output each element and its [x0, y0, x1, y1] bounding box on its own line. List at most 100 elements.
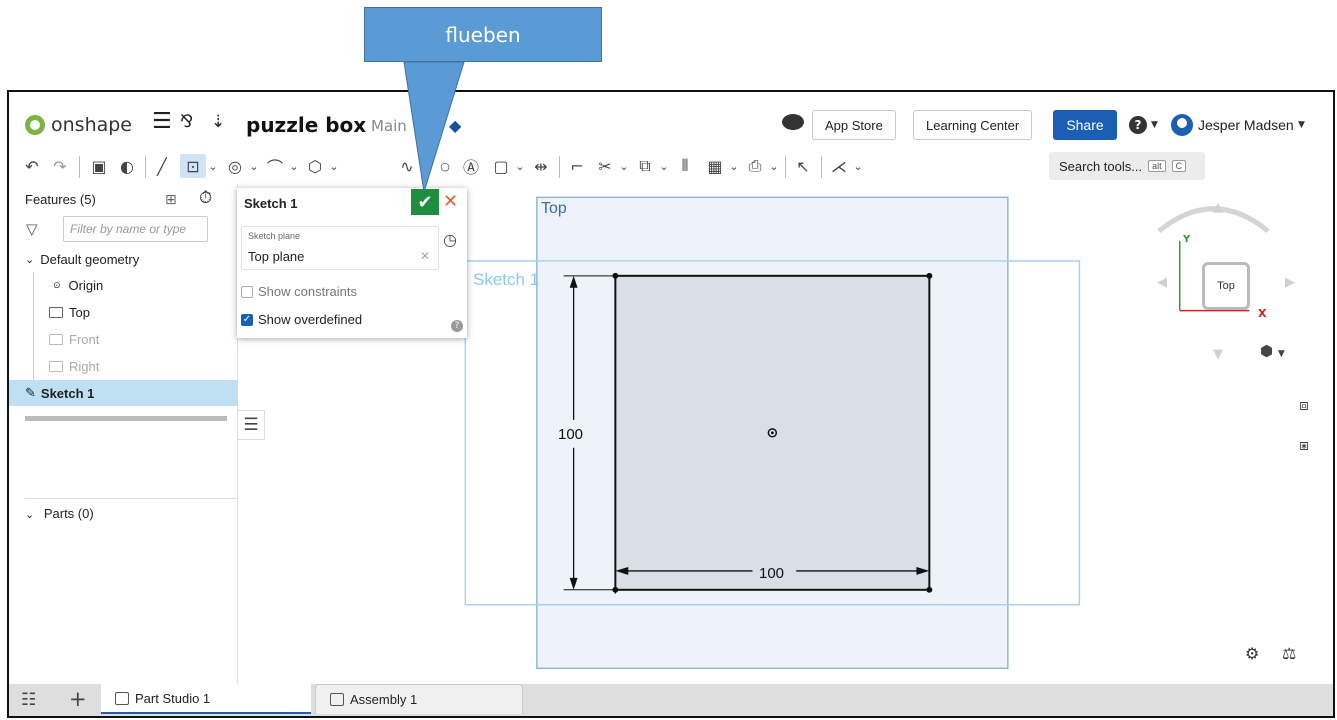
plane-icon: [49, 333, 63, 345]
insert-icon[interactable]: ⇣: [211, 112, 225, 132]
mirror-tool-icon[interactable]: ⫴: [673, 154, 697, 178]
tab-part-studio-1[interactable]: Part Studio 1: [101, 684, 311, 714]
document-title[interactable]: puzzle box: [246, 113, 366, 137]
view-up-arrow-icon[interactable]: ▲: [1213, 200, 1223, 215]
user-avatar[interactable]: [1171, 114, 1193, 136]
extrude-icon[interactable]: ◐: [115, 154, 139, 178]
view-right-arrow-icon[interactable]: ▶: [1285, 275, 1295, 290]
onshape-logo[interactable]: onshape: [25, 114, 132, 136]
vertical-dimension-value[interactable]: 100: [558, 426, 583, 443]
sketch-plane-label: Sketch plane: [248, 231, 301, 241]
dxf-import-icon[interactable]: ⎙: [743, 154, 767, 178]
rectangle-dropdown-icon[interactable]: ⌄: [206, 154, 220, 178]
add-folder-icon[interactable]: ⊞: [165, 192, 177, 208]
share-button[interactable]: Share: [1053, 110, 1117, 140]
version-history-icon[interactable]: ⅋: [180, 112, 193, 132]
feature-label: Top: [69, 304, 90, 320]
features-title: Features (5): [25, 192, 96, 207]
arc-dropdown-icon[interactable]: ⌄: [287, 154, 301, 178]
add-tab-icon[interactable]: +: [69, 687, 87, 711]
help-caret-icon[interactable]: ▼: [1151, 120, 1158, 130]
comments-icon[interactable]: [782, 114, 804, 130]
cancel-x-button[interactable]: ✕: [443, 191, 458, 212]
sketch-icon[interactable]: ▣: [87, 154, 111, 178]
undo-icon[interactable]: ↶: [21, 154, 43, 178]
measure-scale-icon[interactable]: ⚖: [1282, 644, 1296, 663]
line-tool-icon[interactable]: ╱: [150, 154, 174, 178]
point-tool-icon[interactable]: ○: [437, 154, 453, 178]
trim-dropdown-icon[interactable]: ⌄: [617, 154, 631, 178]
search-tools-input[interactable]: Search tools... alt C: [1049, 152, 1205, 180]
rectangle-tool-icon[interactable]: ⊡: [180, 154, 206, 178]
show-overdefined-checkbox[interactable]: ✓: [241, 313, 253, 326]
redo-icon[interactable]: ↷: [49, 154, 71, 178]
polygon-tool-icon[interactable]: ⬡: [303, 154, 327, 178]
view-left-arrow-icon[interactable]: ◀: [1157, 275, 1167, 290]
arc-tool-icon[interactable]: ⌒: [263, 154, 287, 178]
use-tool-icon[interactable]: ⧉: [633, 154, 657, 178]
spline-tool-icon[interactable]: ∿: [395, 154, 419, 178]
section-view-icon[interactable]: ⧆: [1291, 432, 1317, 458]
render-mode-icon[interactable]: ⧈: [1291, 392, 1317, 418]
feature-origin[interactable]: ⊙ Origin: [9, 272, 238, 298]
filter-icon[interactable]: ▽: [26, 220, 38, 238]
trim-tool-icon[interactable]: ✂: [593, 154, 617, 178]
parts-group[interactable]: ⌄ Parts (0): [25, 506, 94, 521]
use-dropdown-icon[interactable]: ⌄: [657, 154, 671, 178]
transform-tool-icon[interactable]: ↖: [791, 154, 815, 178]
view-cube[interactable]: Top: [1202, 262, 1250, 310]
view-down-arrow-icon[interactable]: ▼: [1213, 347, 1223, 362]
app-store-button[interactable]: App Store: [812, 110, 896, 140]
user-menu-caret-icon[interactable]: ▼: [1298, 120, 1305, 130]
text-tool-icon[interactable]: Ⓐ: [459, 154, 483, 178]
construction-dropdown-icon[interactable]: ⌄: [513, 154, 527, 178]
default-geometry-group[interactable]: ⌄ Default geometry: [9, 246, 238, 272]
dialog-title[interactable]: Sketch 1: [244, 196, 297, 211]
history-clock-icon[interactable]: ◷: [443, 230, 457, 249]
clear-plane-icon[interactable]: ✕: [420, 249, 430, 263]
constraint-dropdown-icon[interactable]: ⌄: [851, 154, 865, 178]
dxf-dropdown-icon[interactable]: ⌄: [767, 154, 781, 178]
circle-tool-icon[interactable]: ◎: [223, 154, 247, 178]
feature-top-plane[interactable]: Top: [9, 299, 238, 325]
feature-filter-input[interactable]: Filter by name or type: [63, 216, 208, 242]
learning-cap-icon[interactable]: ◆: [449, 116, 461, 135]
onshape-window: Top Sketch 1 100 100 onshape ☰ ⅋ ⇣ puzzl…: [7, 90, 1335, 718]
dialog-help-icon[interactable]: ?: [451, 320, 463, 332]
rollback-timer-icon[interactable]: ⏱: [199, 188, 212, 208]
show-overdefined-option[interactable]: ✓ Show overdefined: [241, 312, 362, 327]
spline-dropdown-icon[interactable]: ⌄: [419, 154, 433, 178]
user-name[interactable]: Jesper Madsen: [1198, 117, 1294, 133]
fillet-tool-icon[interactable]: ⌐: [565, 154, 589, 178]
polygon-dropdown-icon[interactable]: ⌄: [327, 154, 341, 178]
dimension-arrow: [615, 566, 629, 575]
construction-tool-icon[interactable]: ▢: [489, 154, 513, 178]
feature-right-plane[interactable]: Right: [9, 353, 238, 379]
feature-front-plane[interactable]: Front: [9, 326, 238, 352]
feature-list-panel: Features (5) ⊞ ⏱ ▽ Filter by name or typ…: [9, 184, 238, 684]
accept-checkmark-button[interactable]: ✔: [411, 189, 439, 215]
dimension-tool-icon[interactable]: ⇹: [529, 154, 553, 178]
show-constraints-label: Show constraints: [258, 284, 357, 299]
feature-list-toggle-icon[interactable]: ☰: [238, 410, 265, 440]
tab-manager-icon[interactable]: ☷: [21, 690, 36, 710]
pattern-tool-icon[interactable]: ▦: [703, 154, 727, 178]
view-mode-cube-icon[interactable]: ⬢ ▼: [1260, 342, 1285, 360]
branch-name[interactable]: Main: [371, 117, 407, 135]
constraint-tool-icon[interactable]: ⋌: [827, 154, 851, 178]
horizontal-dimension-value[interactable]: 100: [759, 565, 784, 582]
show-constraints-option[interactable]: Show constraints: [241, 284, 357, 299]
view-cube-face-label: Top: [1217, 280, 1235, 292]
feature-sketch-1[interactable]: ✎ Sketch 1: [9, 380, 238, 406]
hamburger-menu-icon[interactable]: ☰: [152, 109, 172, 134]
show-constraints-checkbox[interactable]: [241, 285, 253, 298]
tab-assembly-1[interactable]: Assembly 1: [315, 684, 523, 714]
mass-properties-icon[interactable]: ⚙: [1245, 644, 1259, 663]
circle-dropdown-icon[interactable]: ⌄: [247, 154, 261, 178]
feature-list-scrollbar[interactable]: [25, 416, 227, 421]
logo-text: onshape: [51, 114, 133, 136]
help-icon[interactable]: ?: [1129, 116, 1147, 134]
learning-center-button[interactable]: Learning Center: [913, 110, 1033, 140]
sketch-plane-field[interactable]: Sketch plane Top plane ✕: [241, 226, 439, 270]
pattern-dropdown-icon[interactable]: ⌄: [727, 154, 741, 178]
